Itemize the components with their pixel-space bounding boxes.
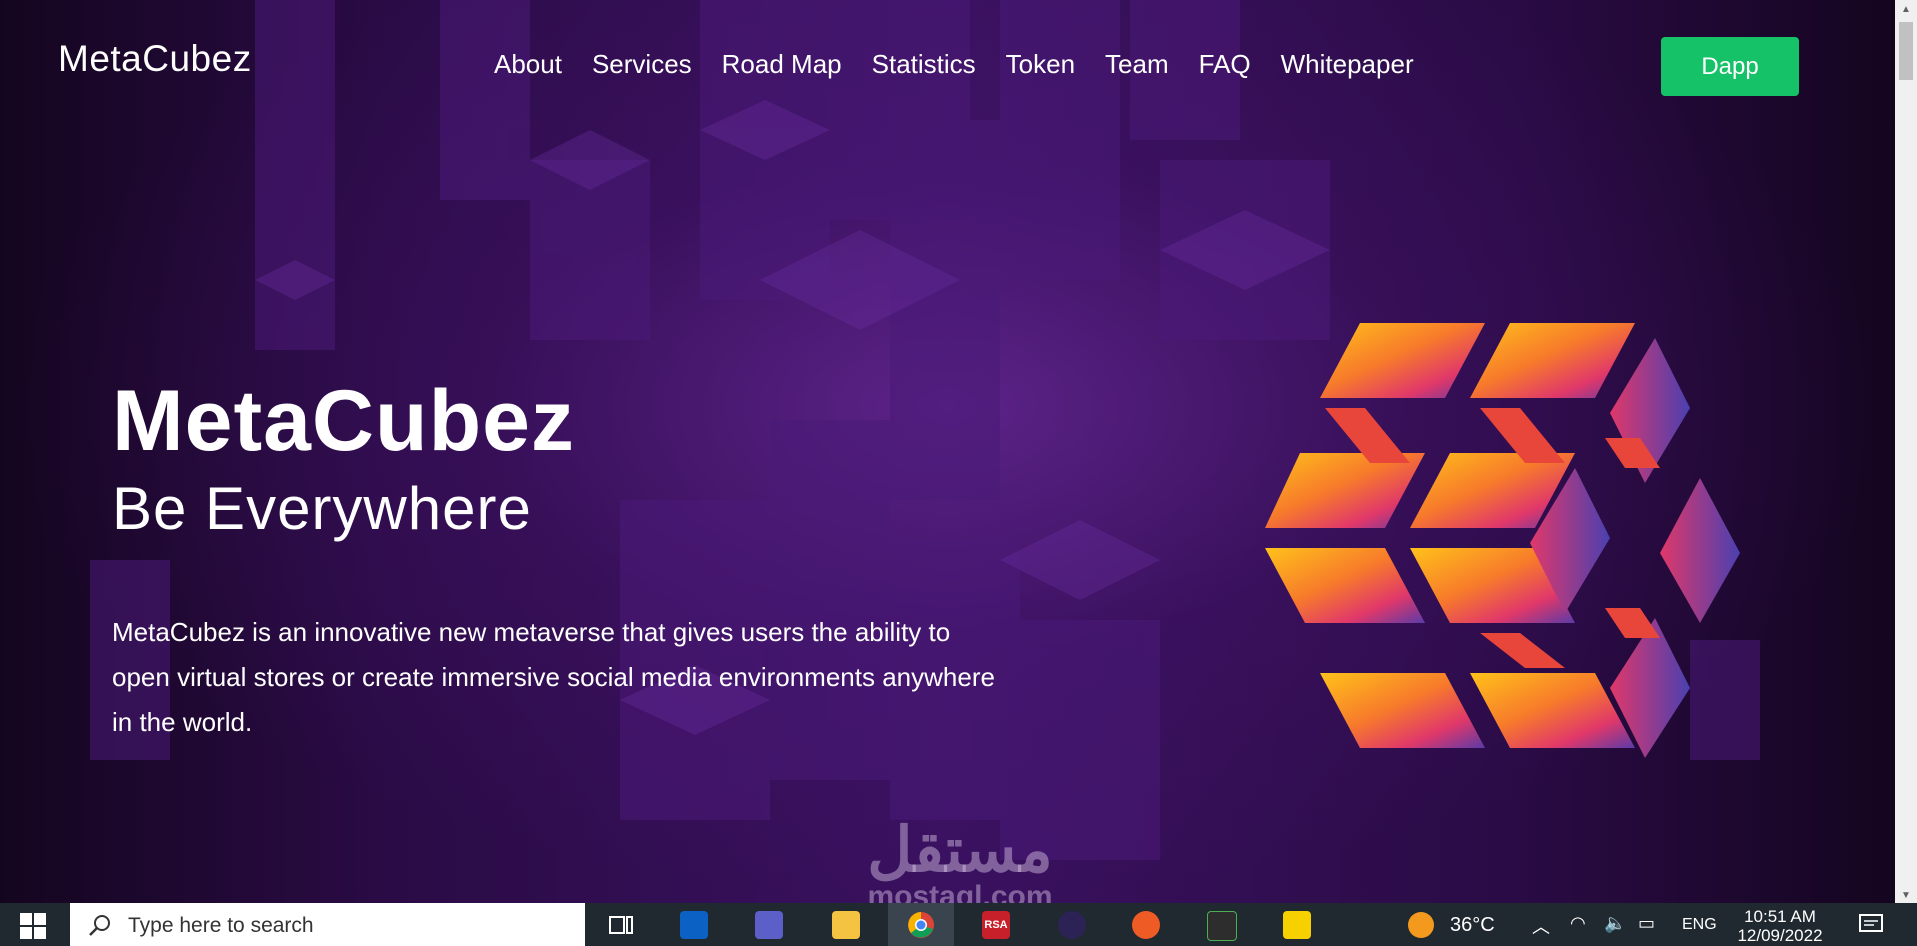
nav-road-map[interactable]: Road Map [722,49,842,80]
battery-icon[interactable]: ▭ [1638,913,1655,934]
nav-token[interactable]: Token [1006,49,1075,80]
outlook-icon[interactable] [680,911,708,939]
hero-description: MetaCubez is an innovative new metaverse… [112,617,995,737]
file-explorer-icon[interactable] [832,911,860,939]
weather-temperature[interactable]: 36°C [1450,914,1495,937]
hero-section: MetaCubez About Services Road Map Statis… [0,0,1895,903]
weather-sun-icon[interactable] [1408,912,1434,938]
watermark-latin: mostaql.com [867,880,1053,904]
volume-icon[interactable]: 🔈 [1604,913,1626,934]
sublime-icon[interactable] [1207,911,1237,941]
nav-statistics[interactable]: Statistics [872,49,976,80]
task-view-icon[interactable] [607,911,635,939]
windows-taskbar: Type here to search RSA 36°C ︿ ◠ 🔈 ▭ ENG… [0,903,1917,946]
sticky-notes-icon[interactable] [1283,911,1311,939]
scroll-up-arrow-icon[interactable]: ▲ [1901,4,1911,15]
taskbar-search-input[interactable]: Type here to search [70,903,585,946]
search-placeholder: Type here to search [128,914,314,937]
teams-icon[interactable] [755,911,783,939]
search-icon [89,915,110,936]
scroll-thumb[interactable] [1899,22,1913,80]
nav-services[interactable]: Services [592,49,692,80]
hero-title: MetaCubez [112,373,575,469]
nav-team[interactable]: Team [1105,49,1169,80]
clock-time: 10:51 AM [1744,907,1816,926]
windows-start-icon[interactable] [20,913,46,939]
clock-date: 12/09/2022 [1737,926,1823,945]
metacubez-cube-logo [1265,323,1740,758]
mostaql-watermark: مستقل mostaql.com [840,816,1080,904]
main-nav: About Services Road Map Statistics Token… [494,49,1444,80]
tray-chevron-up-icon[interactable]: ︿ [1532,913,1550,939]
site-logo[interactable]: MetaCubez [58,38,252,80]
eclipse-icon[interactable] [1058,911,1086,939]
taskbar-clock[interactable]: 10:51 AM 12/09/2022 [1735,907,1825,945]
nav-faq[interactable]: FAQ [1199,49,1251,80]
page-scrollbar[interactable]: ▲ ▼ [1895,0,1917,903]
nav-about[interactable]: About [494,49,562,80]
nav-whitepaper[interactable]: Whitepaper [1281,49,1414,80]
chrome-icon[interactable] [907,911,935,939]
scroll-down-arrow-icon[interactable]: ▼ [1901,890,1911,901]
wifi-icon[interactable]: ◠ [1570,913,1586,934]
notification-center-icon[interactable] [1858,912,1884,938]
language-indicator[interactable]: ENG [1682,916,1717,934]
dapp-button[interactable]: Dapp [1661,37,1799,96]
hero-subtitle: Be Everywhere [112,475,532,542]
postman-icon[interactable] [1132,911,1160,939]
watermark-arabic: مستقل [867,816,1053,885]
rsa-icon[interactable]: RSA [982,911,1010,939]
